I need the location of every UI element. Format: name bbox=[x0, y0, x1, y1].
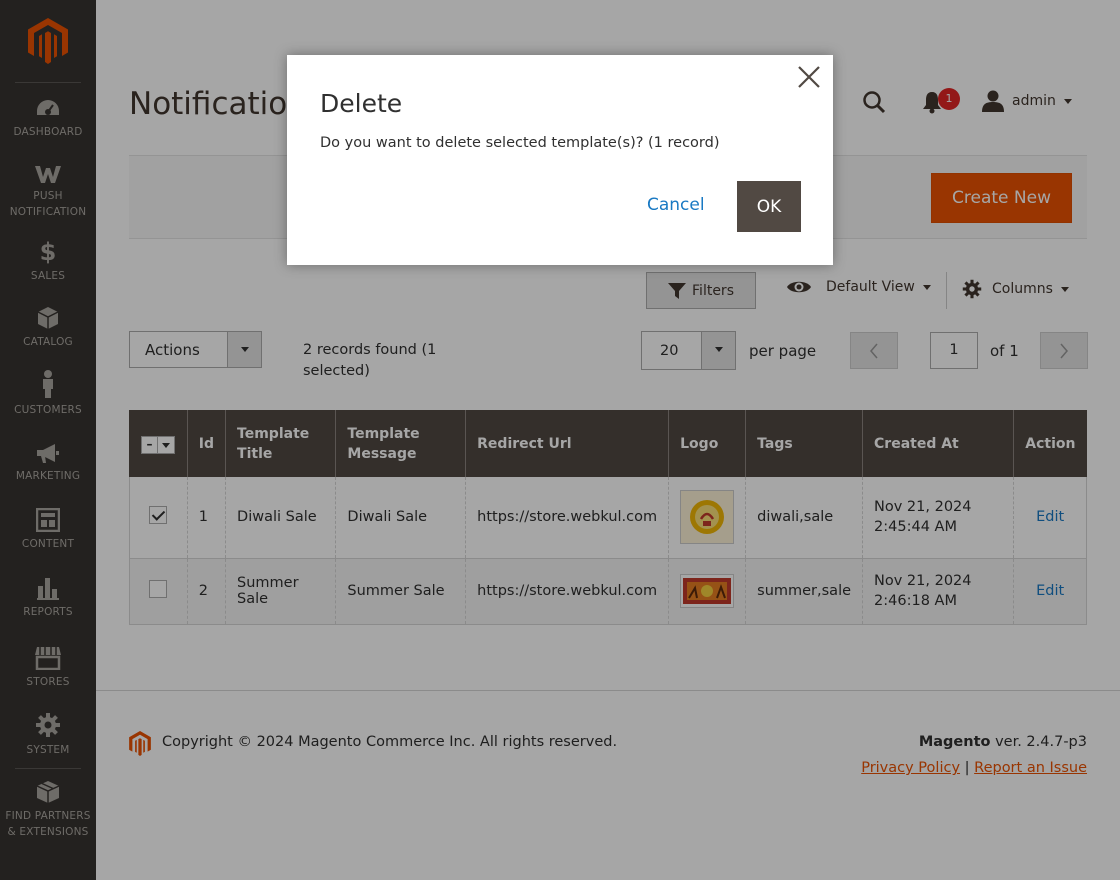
modal-message: Do you want to delete selected template(… bbox=[320, 135, 720, 151]
modal-title: Delete bbox=[320, 89, 403, 118]
ok-button[interactable]: OK bbox=[737, 181, 801, 232]
cancel-button[interactable]: Cancel bbox=[647, 195, 705, 215]
delete-confirm-modal: Delete Do you want to delete selected te… bbox=[287, 55, 833, 265]
close-icon[interactable] bbox=[795, 63, 823, 91]
